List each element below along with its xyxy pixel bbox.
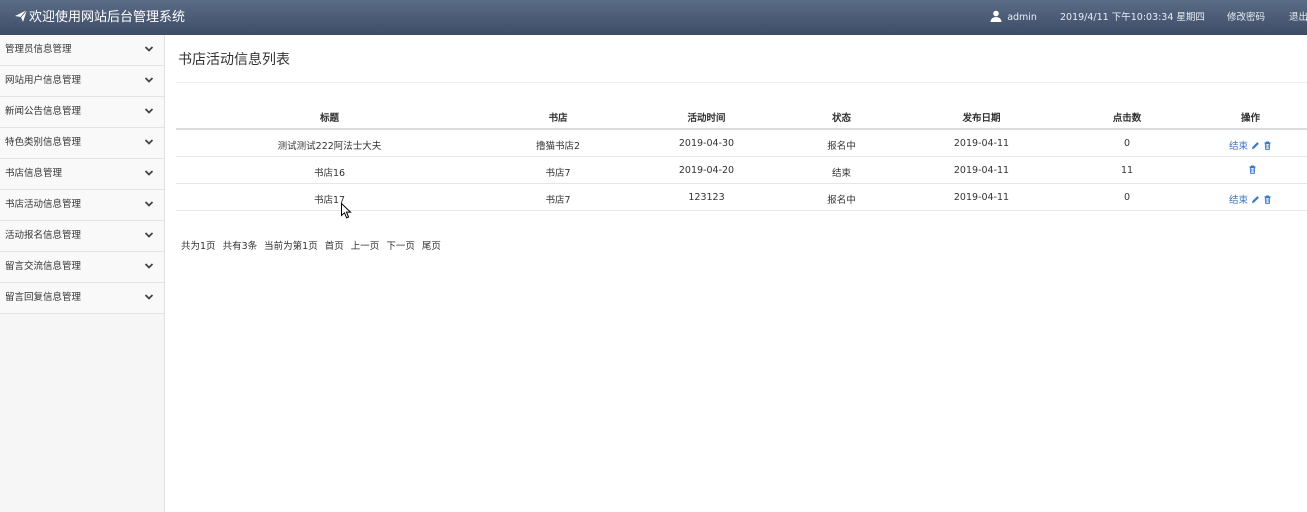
chevron-down-icon [144, 46, 154, 52]
cell-time: 2019-04-30 [633, 129, 780, 157]
cell-actions: 结束 [1194, 183, 1307, 211]
pager-current-page: 当前为第1页 [264, 241, 318, 252]
cell-date: 2019-04-11 [903, 156, 1060, 184]
pager-total-items: 共有3条 [222, 241, 258, 252]
trash-icon[interactable] [1263, 194, 1272, 204]
cell-title: 书店17 [176, 183, 483, 211]
sidebar-item-label: 新闻公告信息管理 [5, 106, 82, 117]
column-header-time: 活动时间 [633, 105, 780, 130]
sidebar-item-label: 特色类别信息管理 [5, 137, 82, 148]
pager-prev-link[interactable]: 上一页 [351, 241, 380, 252]
pencil-icon[interactable] [1251, 195, 1260, 204]
chevron-down-icon [144, 170, 154, 176]
cell-status: 报名中 [780, 129, 903, 157]
sidebar-item-replies[interactable]: 留言回复信息管理 [0, 283, 164, 314]
current-datetime: 2019/4/11 下午10:03:34 星期四 [1060, 12, 1205, 23]
end-activity-link[interactable]: 结束 [1229, 195, 1248, 206]
sidebar-item-admin[interactable]: 管理员信息管理 [0, 35, 164, 66]
end-activity-link[interactable]: 结束 [1229, 141, 1248, 152]
trash-icon[interactable] [1248, 164, 1257, 174]
header-right: admin 2019/4/11 下午10:03:34 星期四 修改密码 退出 [990, 0, 1307, 35]
app-brand: 欢迎使用网站后台管理系统 [14, 0, 185, 35]
pager-last-link[interactable]: 尾页 [422, 241, 441, 252]
cell-store: 书店7 [483, 156, 633, 184]
sidebar-item-label: 网站用户信息管理 [5, 75, 82, 86]
cell-actions: 结束 [1194, 129, 1307, 157]
logout-link[interactable]: 退出 [1289, 0, 1307, 35]
chevron-down-icon [144, 294, 154, 300]
pager-total-pages: 共为1页 [181, 241, 216, 252]
chevron-down-icon [144, 139, 154, 145]
cell-date: 2019-04-11 [903, 129, 1060, 157]
cell-time: 2019-04-20 [633, 156, 780, 184]
column-header-store: 书店 [483, 105, 633, 130]
pagination: 共为1页 共有3条 当前为第1页 首页 上一页 下一页 尾页 [181, 238, 445, 252]
cell-date: 2019-04-11 [903, 183, 1060, 211]
sidebar-item-label: 留言交流信息管理 [5, 261, 82, 272]
sidebar-item-store-activities[interactable]: 书店活动信息管理 [0, 190, 164, 221]
cell-time: 123123 [633, 183, 780, 211]
chevron-down-icon [144, 108, 154, 114]
sidebar-item-label: 活动报名信息管理 [5, 230, 82, 241]
cell-clicks: 0 [1060, 129, 1194, 157]
top-header: 欢迎使用网站后台管理系统 admin 2019/4/11 下午10:03:34 … [0, 0, 1307, 35]
sidebar: 管理员信息管理 网站用户信息管理 新闻公告信息管理 特色类别信息管理 书店信息管… [0, 35, 165, 512]
chevron-down-icon [144, 263, 154, 269]
sidebar-item-label: 管理员信息管理 [5, 44, 72, 55]
table-row: 测试测试222阿法士大夫 撸猫书店2 2019-04-30 报名中 2019-0… [176, 129, 1307, 157]
mouse-cursor-icon [341, 203, 352, 219]
column-header-clicks: 点击数 [1060, 105, 1194, 130]
table-row: 书店16 书店7 2019-04-20 结束 2019-04-11 11 [176, 156, 1307, 184]
column-header-actions: 操作 [1194, 105, 1307, 130]
cell-status: 结束 [780, 156, 903, 184]
title-divider [176, 82, 1307, 83]
cell-status: 报名中 [780, 183, 903, 211]
sidebar-item-label: 留言回复信息管理 [5, 292, 82, 303]
sidebar-item-messages[interactable]: 留言交流信息管理 [0, 252, 164, 283]
sidebar-item-news[interactable]: 新闻公告信息管理 [0, 97, 164, 128]
table-header-row: 标题 书店 活动时间 状态 发布日期 点击数 操作 [176, 105, 1307, 130]
chevron-down-icon [144, 77, 154, 83]
cell-title: 测试测试222阿法士大夫 [176, 129, 483, 157]
pencil-icon[interactable] [1251, 141, 1260, 150]
user-icon [990, 10, 1002, 22]
sidebar-item-label: 书店活动信息管理 [5, 199, 82, 210]
cell-clicks: 11 [1060, 156, 1194, 184]
cell-title: 书店16 [176, 156, 483, 184]
sidebar-item-registrations[interactable]: 活动报名信息管理 [0, 221, 164, 252]
change-password-link[interactable]: 修改密码 [1227, 0, 1265, 35]
activity-table: 标题 书店 活动时间 状态 发布日期 点击数 操作 测试测试222阿法士大夫 撸… [176, 105, 1307, 211]
pager-first-link[interactable]: 首页 [325, 241, 344, 252]
cell-store: 撸猫书店2 [483, 129, 633, 157]
cell-clicks: 0 [1060, 183, 1194, 211]
page-title: 书店活动信息列表 [178, 52, 290, 68]
paper-plane-icon [15, 9, 28, 22]
trash-icon[interactable] [1263, 141, 1272, 150]
user-name: admin [1007, 12, 1037, 23]
current-user: admin [990, 0, 1037, 35]
sidebar-item-stores[interactable]: 书店信息管理 [0, 159, 164, 190]
app-title: 欢迎使用网站后台管理系统 [29, 10, 186, 25]
pager-next-link[interactable]: 下一页 [386, 241, 415, 252]
sidebar-item-users[interactable]: 网站用户信息管理 [0, 66, 164, 97]
column-header-date: 发布日期 [903, 105, 1060, 130]
chevron-down-icon [144, 232, 154, 238]
cell-actions [1194, 156, 1307, 184]
chevron-down-icon [144, 201, 154, 207]
main-content: 书店活动信息列表 标题 书店 活动时间 状态 发布日期 点击数 操作 测试测试2… [166, 35, 1307, 512]
column-header-status: 状态 [780, 105, 903, 130]
sidebar-item-label: 书店信息管理 [5, 168, 63, 179]
cell-store: 书店7 [483, 183, 633, 211]
column-header-title: 标题 [176, 105, 483, 130]
sidebar-item-categories[interactable]: 特色类别信息管理 [0, 128, 164, 159]
